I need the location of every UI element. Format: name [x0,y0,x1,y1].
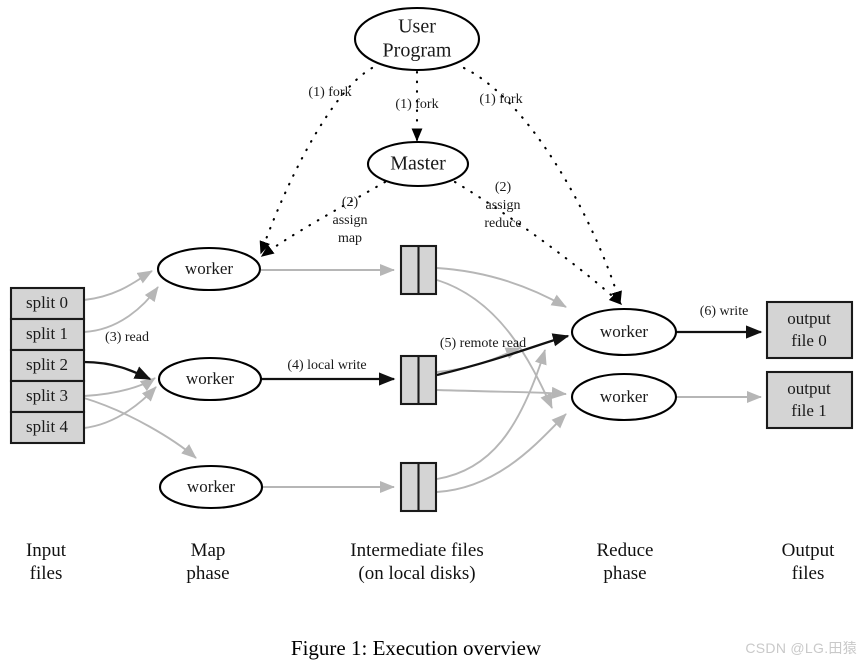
edge-master-reduce1-assignreduce [453,180,623,306]
map-worker-label-1: worker [186,369,234,388]
user-program-label-line1: User [398,16,436,38]
csdn-watermark: CSDN @LG.田猿 [745,640,857,656]
label-fork-left: (1) fork [308,85,351,100]
input-splits-group: split 0 split 1 split 2 split 3 split 4 [9,286,86,445]
column-label-output-files: Output files [782,540,836,584]
intermediate-file-box-2[interactable] [399,461,438,513]
edge-split3-worker2 [83,377,156,397]
column-label-4-line2: files [792,563,825,584]
node-map-worker-2[interactable]: worker [158,464,264,510]
label-local-write: (4) local write [287,358,366,373]
node-map-worker-0[interactable]: worker [156,246,262,292]
column-label-0-line1: Input [26,540,67,561]
label-fork-right: (1) fork [479,92,522,107]
split-label-3: split 3 [26,386,68,405]
label-read: (3) read [105,330,149,345]
column-label-1-line1: Map [191,540,226,561]
column-labels-group: Input files Map phase Intermediate files… [26,540,835,584]
intermediate-files-group [399,244,438,513]
edge-split0-worker1 [83,270,153,301]
edge-split4-worker2 [83,386,157,429]
edges-map-to-intermediate [261,263,396,494]
column-label-0-line2: files [30,563,63,584]
input-split-box-1[interactable]: split 1 [9,317,86,352]
input-split-box-3[interactable]: split 3 [9,379,86,414]
label-assign-reduce: (2) assign reduce [484,180,521,231]
edges-intermediate-to-reduce [436,267,567,493]
assign-reduce-line3: reduce [484,216,521,231]
output-file-box-0[interactable]: output file 0 [765,300,854,360]
edges-reduce-to-output [676,325,763,404]
user-program-label-line2: Program [383,40,452,62]
assign-map-line1: (2) [342,195,359,210]
label-fork-center: (1) fork [395,97,438,112]
edge-inter2-reduce2 [436,386,567,399]
edge-inter3-reduce2 [436,413,567,493]
assign-reduce-line1: (2) [495,180,512,195]
edge-split1-worker1 [83,286,159,333]
edge-inter2-reduce1 [436,347,521,373]
input-split-box-4[interactable]: split 4 [9,410,86,445]
column-label-3-line1: Reduce [597,540,654,561]
node-master[interactable]: Master [366,140,470,188]
reduce-worker-label-0: worker [600,322,648,341]
output-file-label-0-line1: output [787,309,831,328]
node-user-program[interactable]: User Program [353,6,481,72]
output-file-box-1[interactable]: output file 1 [765,370,854,430]
split-label-0: split 0 [26,293,68,312]
assign-reduce-line2: assign [486,198,521,213]
figure-container: User Program Master (1) fork (1) fork (1… [0,0,865,664]
column-label-4-line1: Output [782,540,836,561]
output-file-label-1-line2: file 1 [791,401,826,420]
master-label: Master [390,153,446,175]
output-file-label-0-line2: file 0 [791,331,826,350]
column-label-map-phase: Map phase [186,540,229,584]
assign-map-line2: assign [333,213,368,228]
map-worker-label-0: worker [185,259,233,278]
map-worker-label-2: worker [187,477,235,496]
edges-assign-dotted [260,180,623,306]
node-reduce-worker-1[interactable]: worker [570,372,678,422]
column-label-intermediate-files: Intermediate files (on local disks) [350,540,483,584]
edge-split2-worker2-read [83,360,152,381]
input-split-box-2[interactable]: split 2 [9,348,86,383]
column-label-input-files: Input files [26,540,67,584]
map-workers-group: worker worker worker [156,246,264,510]
column-label-2-line1: Intermediate files [350,540,483,561]
output-file-label-1-line1: output [787,379,831,398]
edge-split3-worker3 [83,397,197,459]
intermediate-file-box-0[interactable] [399,244,438,296]
label-remote-read: (5) remote read [440,336,526,351]
node-map-worker-1[interactable]: worker [157,356,263,402]
split-label-2: split 2 [26,355,68,374]
output-files-group: output file 0 output file 1 [765,300,854,430]
column-label-2-line2: (on local disks) [358,563,475,584]
split-label-1: split 1 [26,324,68,343]
figure-caption: Figure 1: Execution overview [291,636,542,660]
column-label-reduce-phase: Reduce phase [597,540,654,584]
assign-map-line3: map [338,231,362,246]
edge-read [83,360,152,381]
intermediate-file-box-1[interactable] [399,354,438,406]
label-write: (6) write [700,304,749,319]
reduce-worker-label-1: worker [600,387,648,406]
label-assign-map: (2) assign map [333,195,368,246]
reduce-workers-group: worker worker [570,307,678,422]
column-label-3-line2: phase [603,563,646,584]
mapreduce-execution-diagram: User Program Master (1) fork (1) fork (1… [9,6,854,660]
column-label-1-line2: phase [186,563,229,584]
node-reduce-worker-0[interactable]: worker [570,307,678,357]
split-label-4: split 4 [26,417,69,436]
input-split-box-0[interactable]: split 0 [9,286,86,321]
